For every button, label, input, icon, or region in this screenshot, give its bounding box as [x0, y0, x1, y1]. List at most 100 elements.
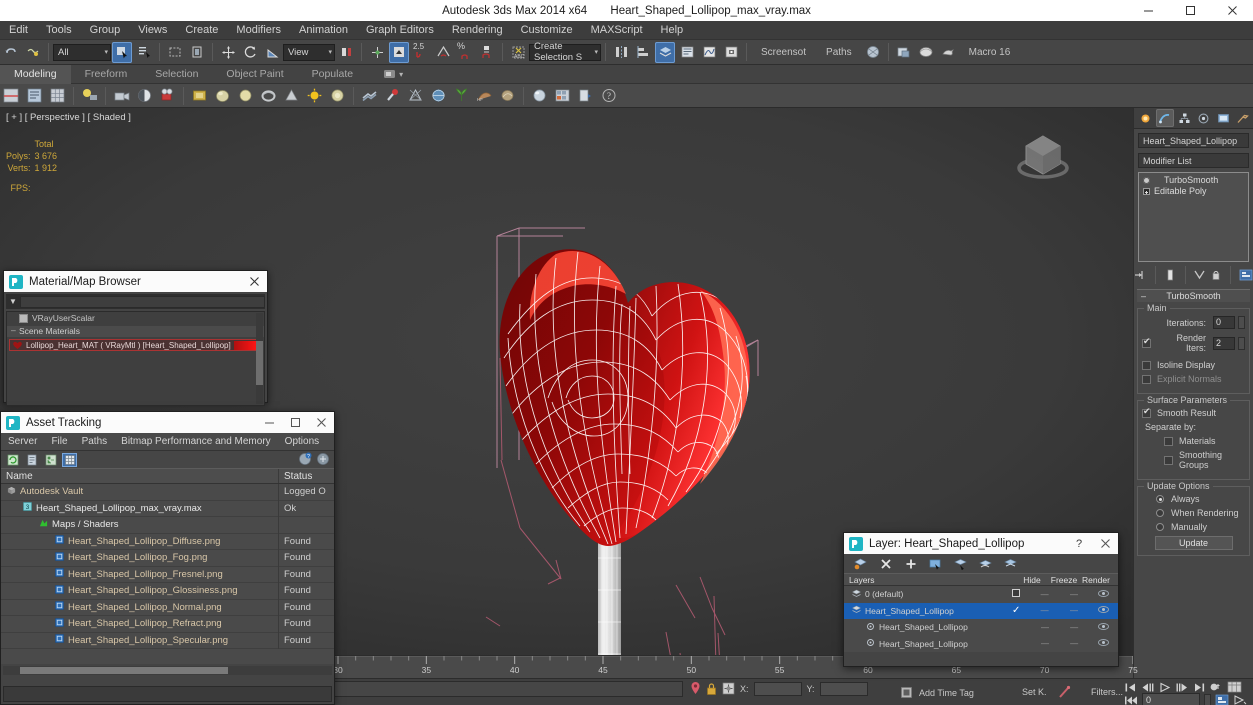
render-iters-checkbox[interactable]: [1142, 336, 1151, 348]
material-browser-list[interactable]: VRayUserScalar Scene Materials Lollipop_…: [6, 311, 265, 406]
layer-row[interactable]: Heart_Shaped_Lollipop — —: [844, 636, 1118, 653]
rollup-header[interactable]: – TurboSmooth: [1137, 289, 1250, 302]
asset-row[interactable]: Heart_Shaped_Lollipop_Normal.png Found: [1, 599, 334, 616]
filters-button[interactable]: Filters...: [1091, 687, 1123, 697]
current-frame-spinner[interactable]: [1204, 693, 1211, 705]
update-manually-radio[interactable]: [1156, 523, 1164, 531]
modifier-stack[interactable]: TurboSmooth Editable Poly: [1138, 172, 1249, 262]
highlight-selected-objects-icon[interactable]: [954, 557, 967, 570]
named-selection-sets-icon[interactable]: ABC: [508, 42, 528, 63]
layer-hide-cell[interactable]: —: [1030, 639, 1059, 648]
pin-icon[interactable]: [383, 86, 403, 106]
redo-icon[interactable]: [23, 42, 43, 63]
layer-close-icon[interactable]: [1092, 533, 1118, 554]
menu-item-create[interactable]: Create: [176, 21, 227, 40]
menu-item-rendering[interactable]: Rendering: [443, 21, 512, 40]
layer-render-cell[interactable]: [1089, 589, 1118, 599]
column-header-freeze[interactable]: Freeze: [1048, 574, 1080, 585]
light-sphere-icon[interactable]: [135, 86, 155, 106]
absolute-relative-toggle-icon[interactable]: [722, 682, 735, 695]
modify-tab-icon[interactable]: [1155, 109, 1174, 127]
make-unique-icon[interactable]: [1193, 268, 1206, 283]
asset-row[interactable]: Heart_Shaped_Lollipop_Fog.png Found: [1, 549, 334, 567]
auto-key-icon[interactable]: [1215, 694, 1229, 705]
lock-icon[interactable]: [706, 682, 717, 696]
layer-manager-window[interactable]: Layer: Heart_Shaped_Lollipop ? Layers Hi…: [843, 532, 1119, 667]
omni-light-icon[interactable]: [305, 86, 325, 106]
menu-item-views[interactable]: Views: [129, 21, 176, 40]
material-map-browser-window[interactable]: Material/Map Browser ▼ VRayUserScalar Sc…: [3, 270, 268, 406]
column-header-name[interactable]: Name: [1, 469, 279, 483]
select-object-icon[interactable]: [112, 41, 132, 63]
asset-menu-file[interactable]: File: [44, 436, 74, 447]
asset-tracking-rows[interactable]: Autodesk Vault Logged O 3 Heart_Shaped_Loll…: [1, 484, 334, 664]
lightbulb-icon[interactable]: [1143, 177, 1150, 184]
vault-login-icon[interactable]: ?: [298, 452, 312, 469]
layer-freeze-cell[interactable]: —: [1059, 590, 1088, 599]
iterations-spinner[interactable]: [1238, 316, 1245, 329]
undo-icon[interactable]: [1, 42, 21, 63]
cylinder-primitive-icon[interactable]: [236, 86, 256, 106]
material-color-swatch[interactable]: [233, 340, 256, 350]
smoothing-groups-checkbox[interactable]: [1164, 455, 1173, 465]
asset-row[interactable]: Heart_Shaped_Lollipop_Refract.png Found: [1, 615, 334, 633]
display-tab-icon[interactable]: [1214, 109, 1233, 127]
go-to-end-icon[interactable]: [1192, 682, 1206, 693]
add-selection-icon[interactable]: [904, 557, 917, 570]
scene-material-entry[interactable]: Lollipop_Heart_MAT ( VRayMtl ) [Heart_Sh…: [9, 339, 262, 351]
menu-item-graph-editors[interactable]: Graph Editors: [357, 21, 443, 40]
smooth-result-checkbox[interactable]: [1142, 406, 1151, 418]
angle-snap-toggle-icon[interactable]: [433, 42, 453, 63]
menu-item-maxscript[interactable]: MAXScript: [582, 21, 652, 40]
material-browser-search-bar[interactable]: ▼: [6, 294, 265, 309]
render-iters-input[interactable]: 2: [1213, 336, 1235, 350]
material-list-item[interactable]: VRayUserScalar: [7, 312, 264, 324]
column-header-layers[interactable]: Layers: [844, 574, 1016, 585]
motion-tab-icon[interactable]: [1195, 109, 1214, 127]
asset-row[interactable]: Heart_Shaped_Lollipop_Diffuse.png Found: [1, 533, 334, 550]
maximize-icon[interactable]: [1169, 0, 1211, 21]
utilities-tab-icon[interactable]: [1234, 109, 1253, 127]
ribbon-tab-object-paint[interactable]: Object Paint: [212, 65, 297, 84]
render-frame-window-icon[interactable]: [916, 42, 936, 63]
topology-grid-icon[interactable]: [48, 86, 68, 106]
key-mode-toggle-icon[interactable]: [1209, 681, 1224, 693]
angle-snap-icon[interactable]: 2.5: [411, 42, 431, 63]
layer-manager-icon[interactable]: [655, 41, 675, 63]
generate-topology-icon[interactable]: [25, 86, 45, 106]
menu-item-animation[interactable]: Animation: [290, 21, 357, 40]
current-frame-field[interactable]: 0: [1142, 693, 1200, 705]
select-by-name-icon[interactable]: [134, 42, 154, 63]
remove-modifier-icon[interactable]: [1210, 268, 1222, 283]
zoom-extents-icon[interactable]: [1233, 694, 1247, 705]
scene-converter-icon[interactable]: [576, 86, 596, 106]
rollup-collapse-icon[interactable]: –: [1141, 290, 1146, 303]
menu-item-group[interactable]: Group: [81, 21, 130, 40]
tree-view-icon[interactable]: [43, 453, 58, 467]
camera-icon[interactable]: [112, 86, 132, 106]
isoline-display-checkbox[interactable]: [1142, 360, 1151, 370]
layer-help-icon[interactable]: ?: [1066, 533, 1092, 554]
select-highlighted-icon[interactable]: [929, 557, 942, 570]
key-icon[interactable]: [1058, 685, 1071, 699]
hair-fur-icon[interactable]: HF: [475, 86, 495, 106]
asset-tracking-minimize-icon[interactable]: [256, 412, 282, 433]
create-new-layer-icon[interactable]: [854, 557, 867, 570]
select-objects-in-layer-icon[interactable]: [1004, 557, 1017, 570]
materials-checkbox[interactable]: [1164, 436, 1173, 446]
column-header-status[interactable]: Status: [279, 469, 334, 483]
macro-label[interactable]: Macro 16: [959, 47, 1021, 58]
layer-rows[interactable]: 0 (default) — — Heart_Shaped_Lollipop ✓ — — Hea…: [844, 586, 1118, 652]
iterations-input[interactable]: 0: [1213, 316, 1235, 329]
refresh-icon[interactable]: [5, 453, 20, 467]
box-primitive-icon[interactable]: [190, 86, 210, 106]
asset-menu-bitmap-performance[interactable]: Bitmap Performance and Memory: [114, 436, 278, 447]
asset-row[interactable]: Heart_Shaped_Lollipop_Glossiness.png Foun…: [1, 582, 334, 600]
layer-active-cell[interactable]: [1002, 589, 1030, 599]
column-header-hide[interactable]: Hide: [1016, 574, 1048, 585]
material-search-input[interactable]: [20, 295, 265, 308]
modifier-list-dropdown[interactable]: Modifier List: [1138, 153, 1249, 168]
scene-explorer-icon[interactable]: [677, 42, 697, 63]
layer-render-cell[interactable]: [1089, 606, 1118, 615]
selection-filter-dropdown[interactable]: All ▾: [53, 43, 111, 61]
